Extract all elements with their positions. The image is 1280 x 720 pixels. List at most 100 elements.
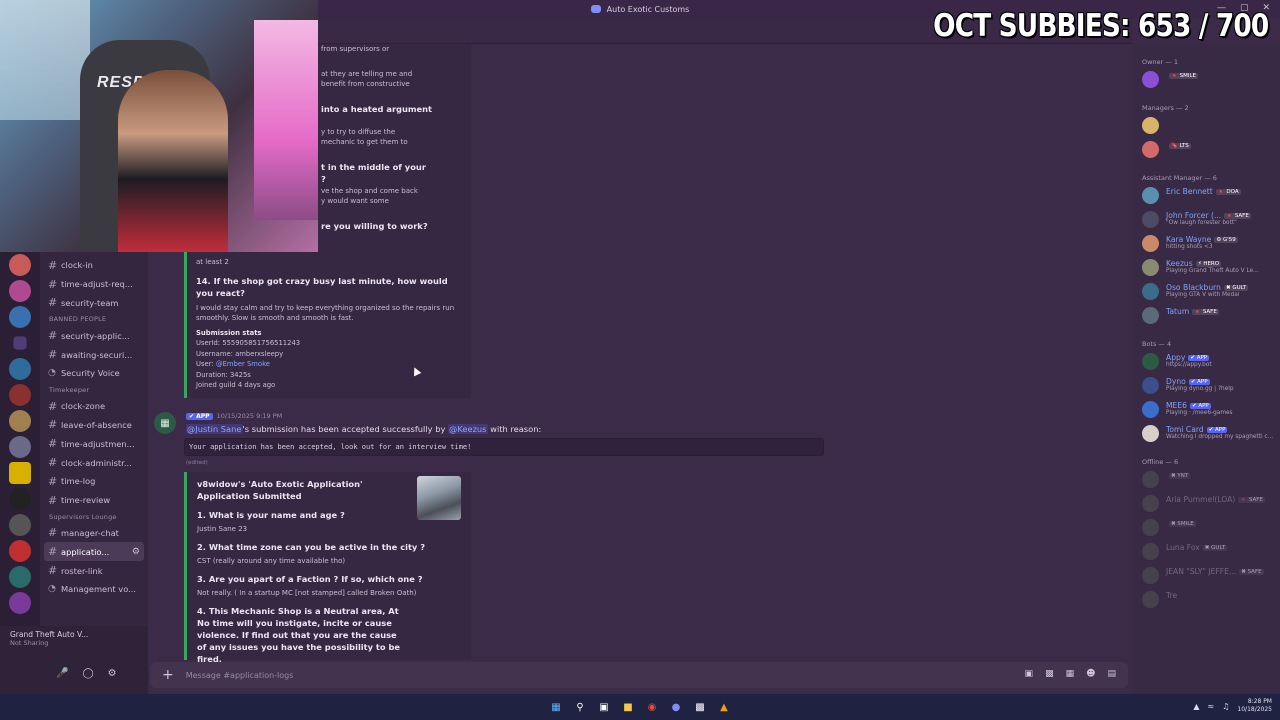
text-channel[interactable]: # applicatio... ⚙ (44, 542, 144, 562)
member-item[interactable]: Dyno ✔ APP Playing dyno.gg | ?help (1132, 377, 1280, 396)
member-item[interactable]: Tre (1132, 591, 1280, 610)
task-view-icon[interactable]: ▣ (597, 700, 611, 714)
discord-taskbar-icon[interactable]: ● (669, 700, 683, 714)
server-icon[interactable] (9, 358, 31, 380)
member-item[interactable]: ✖ SMILE (1132, 519, 1280, 538)
member-item[interactable]: MEE6 ✔ APP Playing · /mee6-games (1132, 401, 1280, 420)
server-icon[interactable] (9, 254, 31, 276)
role-tag: ⚙ G'59 (1214, 237, 1238, 243)
text-channel[interactable]: # clock-administr... (40, 453, 148, 472)
member-item[interactable]: Eric Bennett 🔺 DOA (1132, 187, 1280, 206)
channel-settings-icon[interactable]: ⚙ (132, 547, 140, 557)
folder-icon[interactable] (13, 336, 27, 350)
submission-stats: Submission stats UserId: 555905851756511… (196, 328, 466, 390)
embed-thumbnail[interactable] (417, 476, 461, 520)
sub-goal-overlay: OCT SUBBIES: 653 / 700 (932, 8, 1269, 44)
composer-icons: ▣ ▩ ▦ ☻ ▤ (1025, 669, 1116, 679)
server-icon[interactable] (9, 280, 31, 302)
channel-label: roster-link (61, 565, 103, 576)
file-explorer-icon[interactable]: ■ (621, 700, 635, 714)
text-channel[interactable]: # time-adjustmen... (40, 434, 148, 453)
member-item[interactable]: 🔺 SMILE (1132, 71, 1280, 90)
member-item[interactable]: 🔖 LTS (1132, 141, 1280, 160)
text-channel[interactable]: # roster-link (40, 561, 148, 580)
taskbar-clock[interactable]: 8:28 PM 10/18/2025 (1237, 698, 1272, 714)
app-taskbar-icon[interactable]: ▲ (717, 700, 731, 714)
member-item[interactable]: Tatum 🔺 SAFE (1132, 307, 1280, 326)
volume-icon[interactable]: ♫ (1222, 702, 1229, 711)
server-icon[interactable] (9, 462, 31, 484)
text-channel[interactable]: # security-applic... (40, 326, 148, 345)
text-channel[interactable]: # awaiting-securi... (40, 345, 148, 364)
chevron-up-icon[interactable]: ▲ (1193, 702, 1199, 711)
member-item[interactable] (1132, 117, 1280, 136)
member-item[interactable]: JEAN "SLY" JEFFE... ✖ SAFE (1132, 567, 1280, 586)
member-item[interactable]: Tomi Card ✔ APP Watching I dropped my spag… (1132, 425, 1280, 444)
channel-category[interactable]: BANNED PEOPLE (40, 312, 148, 326)
text-channel[interactable]: # security-team (40, 294, 148, 313)
text-channel[interactable]: # leave-of-absence (40, 416, 148, 435)
headphones-icon[interactable]: ◯ (82, 668, 93, 679)
server-icon[interactable] (9, 514, 31, 536)
system-tray: ▲ ≈ ♫ 8:28 PM 10/18/2025 (1193, 698, 1272, 714)
member-item[interactable]: Oso Blackburn ✖ GULT Playing GTA V with Me… (1132, 283, 1280, 302)
avatar (1142, 495, 1159, 512)
text-channel[interactable]: # clock-zone (40, 397, 148, 416)
settings-gear-icon[interactable]: ⚙ (108, 668, 117, 679)
window-title: Auto Exotic Customs (606, 4, 690, 14)
sticker-icon[interactable]: ▦ (1066, 669, 1075, 679)
emoji-icon[interactable]: ☻ (1086, 669, 1095, 679)
avatar (1142, 141, 1159, 158)
member-status: Watching I dropped my spaghetti c... (1166, 434, 1274, 440)
search-icon[interactable]: ⚲ (573, 700, 587, 714)
avatar (1142, 307, 1159, 324)
start-icon[interactable]: ▦ (549, 700, 563, 714)
user-mention[interactable]: @Ember Smoke (216, 360, 270, 368)
question-4: 4. This Mechanic Shop is a Neutral area,… (197, 606, 401, 664)
server-icon[interactable] (9, 306, 31, 328)
add-attachment-icon[interactable]: + (162, 667, 174, 683)
channel-category[interactable]: Supervisors Lounge (40, 510, 148, 524)
member-item[interactable]: Keezus ⚡ HERO Playing Grand Theft Auto V L… (1132, 259, 1280, 278)
text-channel[interactable]: # manager-chat (40, 524, 148, 543)
mic-icon[interactable]: 🎤 (56, 668, 68, 679)
text-channel[interactable]: # clock-in (40, 256, 148, 275)
activity-subtitle: Not Sharing (10, 639, 49, 647)
avatar (1142, 543, 1159, 560)
appy-avatar[interactable]: ▦ (154, 412, 176, 434)
server-icon[interactable] (9, 566, 31, 588)
member-item[interactable]: Luna Fox ✖ GULT (1132, 543, 1280, 562)
server-icon[interactable] (9, 488, 31, 510)
server-icon[interactable] (9, 540, 31, 562)
text-channel[interactable]: # time-adjust-req... (40, 275, 148, 294)
terminal-icon[interactable]: ▩ (693, 700, 707, 714)
mention-justin[interactable]: @Justin Sane (186, 424, 243, 434)
server-icon[interactable] (9, 592, 31, 614)
wifi-icon[interactable]: ≈ (1208, 702, 1215, 711)
voice-channel[interactable]: ◔ Management vo... (40, 580, 148, 599)
server-icon[interactable] (9, 384, 31, 406)
gif-icon[interactable]: ▩ (1045, 669, 1054, 679)
channel-category[interactable]: Timekeeper (40, 383, 148, 397)
member-item[interactable]: John Forcer (... 🔺 SAFE "Ow laugh forester… (1132, 211, 1280, 230)
text-channel[interactable]: # time-review (40, 491, 148, 510)
apps-icon[interactable]: ▤ (1107, 669, 1116, 679)
member-item[interactable]: Appy ✔ APP https://appy.bot (1132, 353, 1280, 372)
server-icon[interactable] (9, 436, 31, 458)
chrome-icon[interactable]: ◉ (645, 700, 659, 714)
message-input[interactable]: Message #application-logs (186, 671, 294, 680)
voice-channel[interactable]: ◔ Security Voice (40, 364, 148, 383)
channel-label: clock-zone (61, 401, 106, 412)
mention-keezus[interactable]: @Keezus (448, 424, 488, 434)
webcam-overlay: RESPAWN (0, 0, 318, 252)
member-item[interactable]: Kara Wayne ⚙ G'59 hitting shots <3 (1132, 235, 1280, 254)
server-icon[interactable] (9, 410, 31, 432)
answer-2: CST (really around any time available th… (197, 557, 346, 565)
gift-icon[interactable]: ▣ (1025, 669, 1034, 679)
member-name: Tomi Card (1166, 425, 1204, 434)
text-channel[interactable]: # time-log (40, 472, 148, 491)
member-item[interactable]: Aria Pummel(LOA) 🔺 SAFE (1132, 495, 1280, 514)
activity-title: Grand Theft Auto V... (10, 630, 89, 639)
activity-status[interactable]: Grand Theft Auto V... Not Sharing (10, 630, 135, 660)
member-item[interactable]: ✖ YNT (1132, 471, 1280, 490)
